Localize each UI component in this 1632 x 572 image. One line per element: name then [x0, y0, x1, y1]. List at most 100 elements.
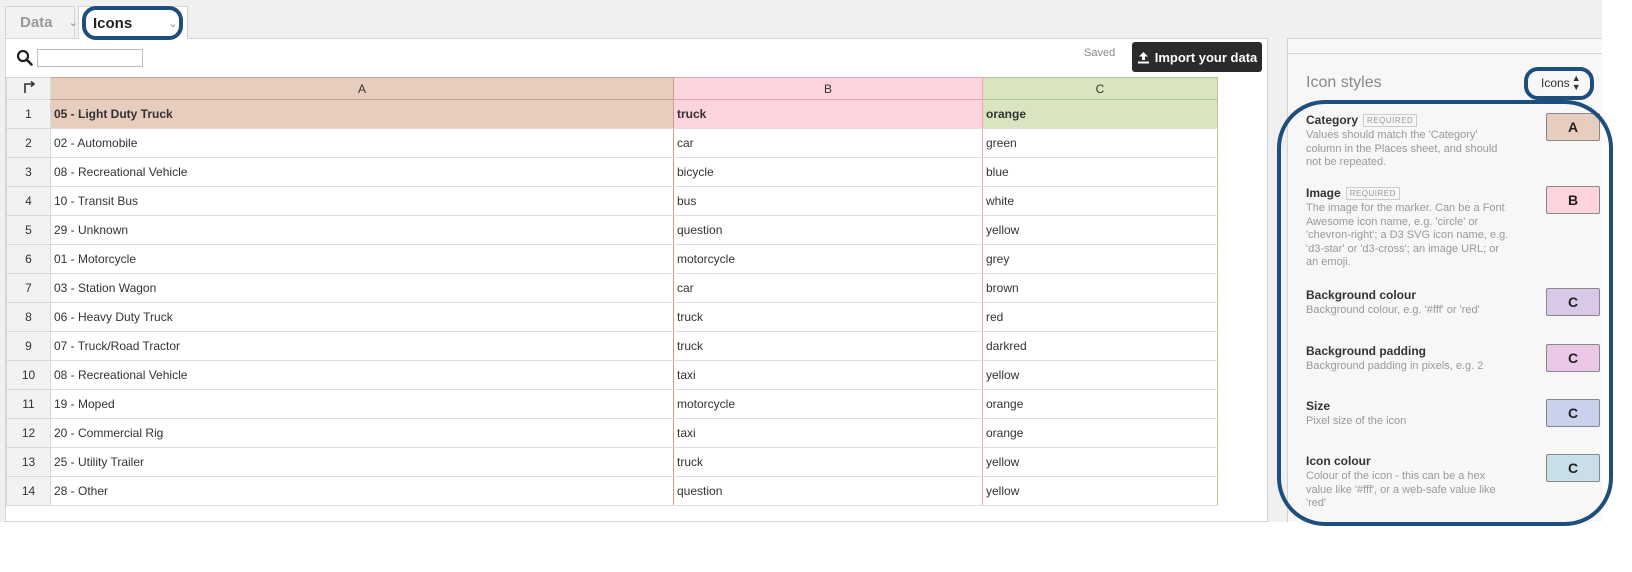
table-cell[interactable]: truck	[673, 331, 983, 361]
required-badge: REQUIRED	[1363, 113, 1418, 127]
row-number[interactable]: 13	[6, 447, 51, 477]
column-header-b[interactable]: B	[673, 77, 983, 100]
setting-description: Background padding in pixels, e.g. 2	[1306, 360, 1484, 372]
table-cell[interactable]: bus	[673, 186, 983, 216]
table-cell[interactable]: blue	[982, 157, 1218, 187]
table-cell[interactable]: orange	[982, 99, 1218, 129]
table-cell[interactable]: truck	[673, 99, 983, 129]
row-number[interactable]: 5	[6, 215, 51, 245]
setting-description: Background colour, e.g. '#fff' or 'red'	[1306, 304, 1480, 316]
table-row: 13 25 - Utility Trailer truck yellow	[6, 447, 1218, 477]
panel-title: Icon styles	[1306, 74, 1382, 91]
setting-description: Values should match the 'Category' colum…	[1306, 129, 1498, 168]
table-cell[interactable]: 06 - Heavy Duty Truck	[50, 302, 674, 332]
setting-item: Icon colour Colour of the icon - this can…	[1306, 454, 1600, 511]
table-cell[interactable]: motorcycle	[673, 244, 983, 274]
table-cell[interactable]: 20 - Commercial Rig	[50, 418, 674, 448]
column-header-a[interactable]: A	[50, 77, 674, 100]
import-data-button[interactable]: Import your data	[1132, 42, 1262, 72]
setting-item: Image REQUIRED The image for the marker. C…	[1306, 186, 1600, 270]
table-cell[interactable]: truck	[673, 302, 983, 332]
table-cell[interactable]: car	[673, 273, 983, 303]
row-number[interactable]: 1	[6, 99, 51, 129]
row-number[interactable]: 14	[6, 476, 51, 506]
table-cell[interactable]: 07 - Truck/Road Tractor	[50, 331, 674, 361]
table-cell[interactable]: 01 - Motorcycle	[50, 244, 674, 274]
row-number[interactable]: 2	[6, 128, 51, 158]
table-cell[interactable]: brown	[982, 273, 1218, 303]
setting-name: Background colour	[1306, 288, 1417, 302]
column-select-box[interactable]: C	[1546, 344, 1600, 372]
search-input[interactable]	[37, 49, 143, 67]
table-cell[interactable]: white	[982, 186, 1218, 216]
table-cell[interactable]: taxi	[673, 418, 983, 448]
table-cell[interactable]: 03 - Station Wagon	[50, 273, 674, 303]
table-row: 3 08 - Recreational Vehicle bicycle blue	[6, 157, 1218, 187]
table-cell[interactable]: yellow	[982, 447, 1218, 477]
column-header-c[interactable]: C	[982, 77, 1218, 100]
setting-item: Size Pixel size of the icon C	[1306, 399, 1600, 429]
table-corner[interactable]	[6, 77, 51, 100]
row-number[interactable]: 10	[6, 360, 51, 390]
table-cell[interactable]: 08 - Recreational Vehicle	[50, 360, 674, 390]
icons-select[interactable]: Icons ▲ ▼	[1541, 74, 1581, 92]
column-select-box[interactable]: C	[1546, 454, 1600, 482]
row-number[interactable]: 11	[6, 389, 51, 419]
table-cell[interactable]: yellow	[982, 360, 1218, 390]
data-table: A B C 1 05 - Light Duty Truck truck orange 2…	[6, 77, 1218, 506]
tab-data[interactable]: Data ⌄	[5, 6, 78, 38]
setting-name: Background padding	[1306, 344, 1426, 358]
table-cell[interactable]: orange	[982, 389, 1218, 419]
grid-toolbar: Saved Import your data	[6, 39, 1267, 77]
transpose-icon	[23, 80, 35, 93]
setting-item: Background padding Background padding in …	[1306, 344, 1600, 374]
table-row: 5 29 - Unknown question yellow	[6, 215, 1218, 245]
column-select-box[interactable]: C	[1546, 288, 1600, 316]
table-cell[interactable]: 28 - Other	[50, 476, 674, 506]
row-number[interactable]: 12	[6, 418, 51, 448]
table-cell[interactable]: 19 - Moped	[50, 389, 674, 419]
table-cell[interactable]: truck	[673, 447, 983, 477]
table-cell[interactable]: car	[673, 128, 983, 158]
tab-icons[interactable]: Icons ⌄	[78, 6, 188, 39]
table-cell[interactable]: 29 - Unknown	[50, 215, 674, 245]
tab-icons-label: Icons	[93, 14, 133, 32]
table-cell[interactable]: 02 - Automobile	[50, 128, 674, 158]
table-cell[interactable]: red	[982, 302, 1218, 332]
row-number[interactable]: 4	[6, 186, 51, 216]
search-icon[interactable]	[16, 49, 34, 67]
setting-item: Category REQUIRED Values should match the …	[1306, 113, 1600, 170]
column-select-box[interactable]: B	[1546, 186, 1600, 214]
table-cell[interactable]: motorcycle	[673, 389, 983, 419]
table-cell[interactable]: orange	[982, 418, 1218, 448]
column-select-box[interactable]: C	[1546, 399, 1600, 427]
table-cell[interactable]: 08 - Recreational Vehicle	[50, 157, 674, 187]
table-row: 14 28 - Other question yellow	[6, 476, 1218, 506]
row-number[interactable]: 9	[6, 331, 51, 361]
table-cell[interactable]: question	[673, 215, 983, 245]
data-grid-panel: Saved Import your data A B C 1 05 - Ligh…	[5, 38, 1268, 522]
row-number[interactable]: 8	[6, 302, 51, 332]
row-number[interactable]: 7	[6, 273, 51, 303]
table-cell[interactable]: grey	[982, 244, 1218, 274]
table-cell[interactable]: darkred	[982, 331, 1218, 361]
table-cell[interactable]: bicycle	[673, 157, 983, 187]
row-number[interactable]: 3	[6, 157, 51, 187]
table-cell[interactable]: yellow	[982, 215, 1218, 245]
select-arrows-icon: ▲ ▼	[1571, 73, 1581, 92]
row-number[interactable]: 6	[6, 244, 51, 274]
table-cell[interactable]: yellow	[982, 476, 1218, 506]
table-cell[interactable]: green	[982, 128, 1218, 158]
table-row: 1 05 - Light Duty Truck truck orange	[6, 99, 1218, 129]
setting-name: Icon colour	[1306, 454, 1371, 468]
table-cell[interactable]: taxi	[673, 360, 983, 390]
table-cell[interactable]: 25 - Utility Trailer	[50, 447, 674, 477]
table-cell[interactable]: 10 - Transit Bus	[50, 186, 674, 216]
table-cell[interactable]: question	[673, 476, 983, 506]
saved-status: Saved	[1084, 47, 1116, 59]
table-row: 12 20 - Commercial Rig taxi orange	[6, 418, 1218, 448]
table-cell[interactable]: 05 - Light Duty Truck	[50, 99, 674, 129]
column-select-box[interactable]: A	[1546, 113, 1600, 141]
table-row: 11 19 - Moped motorcycle orange	[6, 389, 1218, 419]
setting-description: The image for the marker. Can be a Font …	[1306, 202, 1509, 268]
